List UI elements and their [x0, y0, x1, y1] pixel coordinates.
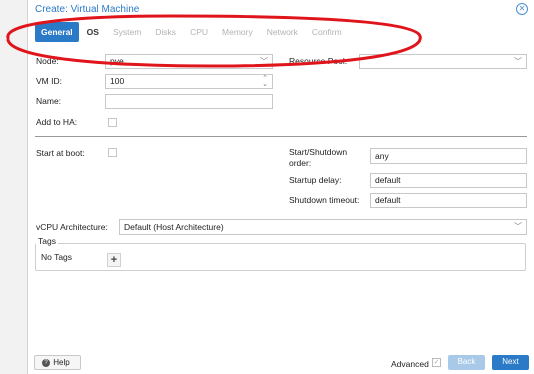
startup-delay-input[interactable]: default	[370, 173, 527, 188]
tab-network[interactable]: Network	[261, 22, 304, 42]
tab-confirm[interactable]: Confirm	[306, 22, 348, 42]
dialog-title: Create: Virtual Machine	[35, 4, 140, 15]
start-shutdown-label-1: Start/Shutdown	[289, 147, 348, 157]
shutdown-timeout-value: default	[375, 195, 401, 205]
vcpu-arch-value: Default (Host Architecture)	[124, 222, 224, 232]
add-ha-checkbox[interactable]	[108, 118, 117, 127]
name-input[interactable]	[105, 94, 273, 109]
tab-disks[interactable]: Disks	[149, 22, 182, 42]
vmid-value: 100	[110, 76, 125, 86]
vmid-input[interactable]: 100 ⌃ ⌄	[105, 74, 273, 89]
node-select[interactable]: pve ﹀	[105, 54, 273, 69]
advanced-checkbox[interactable]: ✓	[432, 358, 441, 367]
start-boot-label: Start at boot:	[36, 148, 85, 158]
start-shutdown-value: any	[375, 151, 389, 161]
wizard-tabs: General OS System Disks CPU Memory Netwo…	[35, 22, 348, 44]
startup-delay-value: default	[375, 175, 401, 185]
add-ha-label: Add to HA:	[36, 117, 78, 127]
chevron-down-icon: ﹀	[514, 222, 522, 231]
resource-pool-label: Resource Pool:	[289, 56, 348, 66]
next-button[interactable]: Next	[492, 355, 529, 370]
tab-general[interactable]: General	[35, 22, 79, 42]
add-tag-button[interactable]: +	[107, 253, 121, 267]
no-tags-text: No Tags	[41, 252, 73, 262]
shutdown-timeout-label: Shutdown timeout:	[289, 195, 360, 205]
close-icon[interactable]: ✕	[516, 3, 528, 15]
start-boot-checkbox[interactable]	[108, 148, 117, 157]
tab-system[interactable]: System	[107, 22, 147, 42]
start-shutdown-input[interactable]: any	[370, 148, 527, 164]
tab-memory[interactable]: Memory	[216, 22, 259, 42]
tags-legend: Tags	[36, 236, 58, 246]
help-button[interactable]: ? Help	[34, 355, 81, 370]
chevron-down-icon: ﹀	[514, 57, 522, 66]
create-vm-dialog: Create: Virtual Machine ✕ General OS Sys…	[6, 0, 534, 374]
dialog-titlebar: Create: Virtual Machine ✕	[28, 0, 534, 20]
node-label: Node:	[36, 56, 59, 66]
resource-pool-select[interactable]: ﹀	[359, 54, 527, 69]
vcpu-arch-label: vCPU Architecture:	[36, 222, 108, 232]
back-button[interactable]: Back	[448, 355, 485, 370]
tab-os[interactable]: OS	[81, 22, 105, 42]
section-divider	[35, 136, 527, 137]
tab-cpu[interactable]: CPU	[184, 22, 214, 42]
shutdown-timeout-input[interactable]: default	[370, 193, 527, 208]
help-label: Help	[53, 358, 70, 367]
spinner-icon[interactable]: ⌃ ⌄	[262, 75, 268, 88]
advanced-label: Advanced	[391, 359, 429, 369]
question-icon: ?	[42, 359, 50, 367]
start-shutdown-label-2: order:	[289, 158, 312, 168]
node-value: pve	[110, 56, 124, 66]
startup-delay-label: Startup delay:	[289, 175, 342, 185]
vcpu-arch-select[interactable]: Default (Host Architecture) ﹀	[119, 219, 527, 235]
name-label: Name:	[36, 96, 62, 106]
vmid-label: VM ID:	[36, 76, 62, 86]
chevron-down-icon: ﹀	[260, 57, 268, 66]
plus-icon: +	[110, 254, 118, 266]
